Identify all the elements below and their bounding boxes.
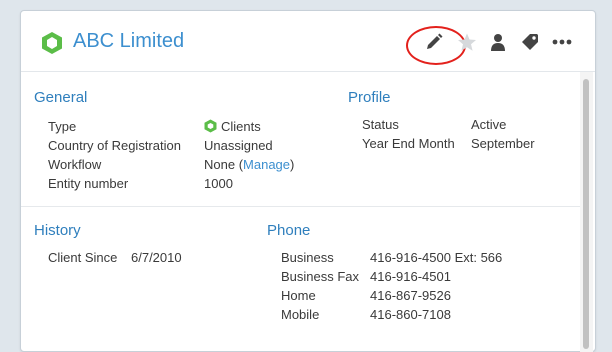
phone-business-fax-value: 416-916-4501	[370, 269, 451, 284]
tag-icon	[522, 34, 538, 50]
type-value: Clients	[204, 119, 261, 134]
status-label: Status	[362, 117, 399, 132]
year-end-value: September	[471, 136, 535, 151]
phone-section-title: Phone	[267, 222, 311, 239]
type-value-text: Clients	[221, 119, 261, 134]
country-value: Unassigned	[204, 138, 273, 153]
manage-workflow-link[interactable]: Manage	[243, 157, 290, 172]
phone-home-label: Home	[281, 288, 316, 303]
scrollbar-thumb[interactable]	[583, 79, 589, 349]
history-section-title: History	[34, 222, 81, 239]
phone-mobile-label: Mobile	[281, 307, 320, 322]
phone-home-value: 416-867-9526	[370, 288, 451, 303]
phone-business-value: 416-916-4500 Ext: 566	[370, 250, 503, 265]
entity-number-value: 1000	[204, 176, 233, 191]
profile-section-title: Profile	[348, 89, 391, 106]
entity-number-label: Entity number	[48, 176, 129, 191]
favorite-button[interactable]	[454, 29, 480, 55]
workflow-label: Workflow	[48, 157, 102, 172]
pencil-icon	[427, 33, 443, 49]
more-dots-icon	[552, 39, 572, 45]
client-since-value: 6/7/2010	[131, 250, 182, 265]
client-card: ABC Limited General Type Clients Country…	[20, 10, 596, 352]
card-header: ABC Limited	[21, 11, 595, 72]
phone-business-fax-label: Business Fax	[281, 269, 360, 284]
type-label: Type	[48, 119, 77, 134]
status-value: Active	[471, 117, 507, 132]
client-since-label: Client Since	[48, 250, 118, 265]
section-divider	[21, 206, 580, 207]
person-icon	[491, 34, 505, 51]
workflow-value-text: None (	[204, 157, 244, 172]
more-options-button[interactable]	[549, 29, 575, 55]
hexagon-icon	[42, 32, 62, 54]
year-end-label: Year End Month	[362, 136, 455, 151]
general-section-title: General	[34, 89, 88, 106]
country-label: Country of Registration	[48, 138, 181, 153]
workflow-value: None (Manage)	[204, 157, 294, 172]
workflow-value-suffix: )	[290, 157, 295, 172]
edit-button[interactable]	[421, 29, 447, 55]
contacts-button[interactable]	[485, 29, 511, 55]
star-icon	[458, 33, 476, 51]
hexagon-icon	[204, 119, 217, 133]
page-title: ABC Limited	[73, 30, 185, 52]
phone-business-label: Business	[281, 250, 334, 265]
phone-mobile-value: 416-860-7108	[370, 307, 451, 322]
tags-button[interactable]	[517, 29, 543, 55]
